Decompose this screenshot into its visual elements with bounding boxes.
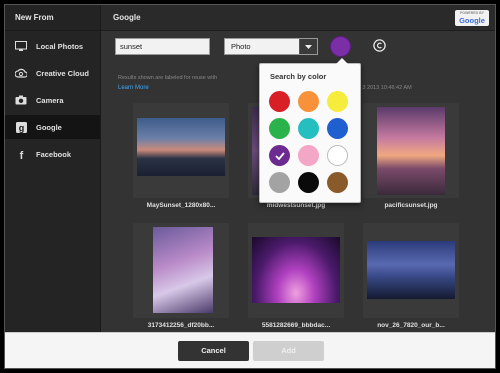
monitor-icon (15, 40, 27, 52)
result-thumbnail[interactable]: MaySunset_1280x80... (133, 103, 229, 211)
thumbnail-caption: pacificsunset.jpg (384, 202, 438, 209)
copyright-icon[interactable] (373, 39, 386, 52)
thumbnail-caption: 3173412256_df20bb... (147, 322, 215, 329)
thumbnail-caption: midwestsunset.jpg (266, 202, 326, 209)
thumbnail-caption: 5581282669_bbbdac... (261, 322, 331, 329)
color-swatch-teal[interactable] (298, 118, 319, 139)
sidebar-item-google[interactable]: g Google (5, 115, 100, 139)
color-swatch-gray[interactable] (269, 172, 290, 193)
sidebar-item-label: Facebook (36, 149, 72, 159)
color-picker-popup: Search by color (259, 58, 361, 203)
result-thumbnail[interactable]: 5581282669_bbbdac... (248, 223, 344, 331)
color-swatch-brown[interactable] (327, 172, 348, 193)
facebook-icon: f (15, 148, 27, 160)
thumbnail-image (367, 241, 455, 299)
main-header: Google POWERED BY Google (101, 5, 495, 31)
color-swatch-green[interactable] (269, 118, 290, 139)
sidebar-item-camera[interactable]: Camera (5, 88, 100, 112)
color-swatch-orange[interactable] (298, 91, 319, 112)
sidebar: New From Local Photos Creative Cloud Cam… (5, 5, 101, 332)
cancel-button[interactable]: Cancel (178, 341, 249, 361)
camera-icon (15, 94, 27, 106)
sidebar-item-label: Camera (36, 95, 64, 105)
result-thumbnail[interactable]: nov_26_7820_our_b... (363, 223, 459, 331)
thumbnail-image (153, 227, 213, 313)
search-input[interactable]: sunset (115, 38, 210, 55)
learn-more-link[interactable]: Learn More (118, 85, 149, 91)
panel-title: Google (113, 13, 141, 22)
color-swatch-yellow[interactable] (327, 91, 348, 112)
color-filter-button[interactable] (330, 36, 351, 57)
image-type-value: Photo (231, 42, 251, 51)
image-type-select[interactable]: Photo (224, 38, 318, 55)
color-swatch-red[interactable] (269, 91, 290, 112)
new-from-dialog: New From Local Photos Creative Cloud Cam… (4, 4, 496, 369)
thumbnail-image (252, 237, 340, 303)
color-swatch-pink[interactable] (298, 145, 319, 166)
sidebar-item-label: Google (36, 122, 62, 132)
checkmark-icon (269, 145, 290, 166)
thumbnail-caption: nov_26_7820_our_b... (377, 322, 445, 329)
thumbnail-caption: MaySunset_1280x80... (146, 202, 216, 209)
color-swatch-black[interactable] (298, 172, 319, 193)
sidebar-item-label: Local Photos (36, 41, 84, 51)
sidebar-item-label: Creative Cloud (36, 68, 89, 78)
svg-text:f: f (19, 150, 23, 160)
powered-by-google-logo: POWERED BY Google (455, 10, 489, 26)
thumbnail-image (377, 107, 445, 195)
google-icon: g (15, 121, 27, 133)
dialog-footer: Cancel Add (5, 332, 495, 368)
popup-title: Search by color (270, 72, 327, 81)
thumbnail-image (137, 118, 225, 176)
chevron-down-icon[interactable] (299, 39, 317, 54)
sidebar-item-creative-cloud[interactable]: Creative Cloud (5, 61, 100, 85)
add-button[interactable]: Add (253, 341, 324, 361)
svg-text:g: g (18, 123, 24, 133)
sidebar-item-facebook[interactable]: f Facebook (5, 142, 100, 166)
sidebar-title: New From (5, 5, 100, 31)
sidebar-item-local-photos[interactable]: Local Photos (5, 34, 100, 58)
creative-cloud-icon (15, 67, 27, 79)
result-thumbnail[interactable]: 3173412256_df20bb... (133, 223, 229, 331)
popup-caret (336, 58, 348, 64)
license-info-text: Results shown are labeled for reuse with (118, 75, 218, 81)
google-wordmark: Google (459, 16, 485, 25)
color-swatch-blue[interactable] (327, 118, 348, 139)
result-thumbnail[interactable]: pacificsunset.jpg (363, 103, 459, 211)
color-swatch-purple[interactable] (269, 145, 290, 166)
color-swatch-white[interactable] (327, 145, 348, 166)
